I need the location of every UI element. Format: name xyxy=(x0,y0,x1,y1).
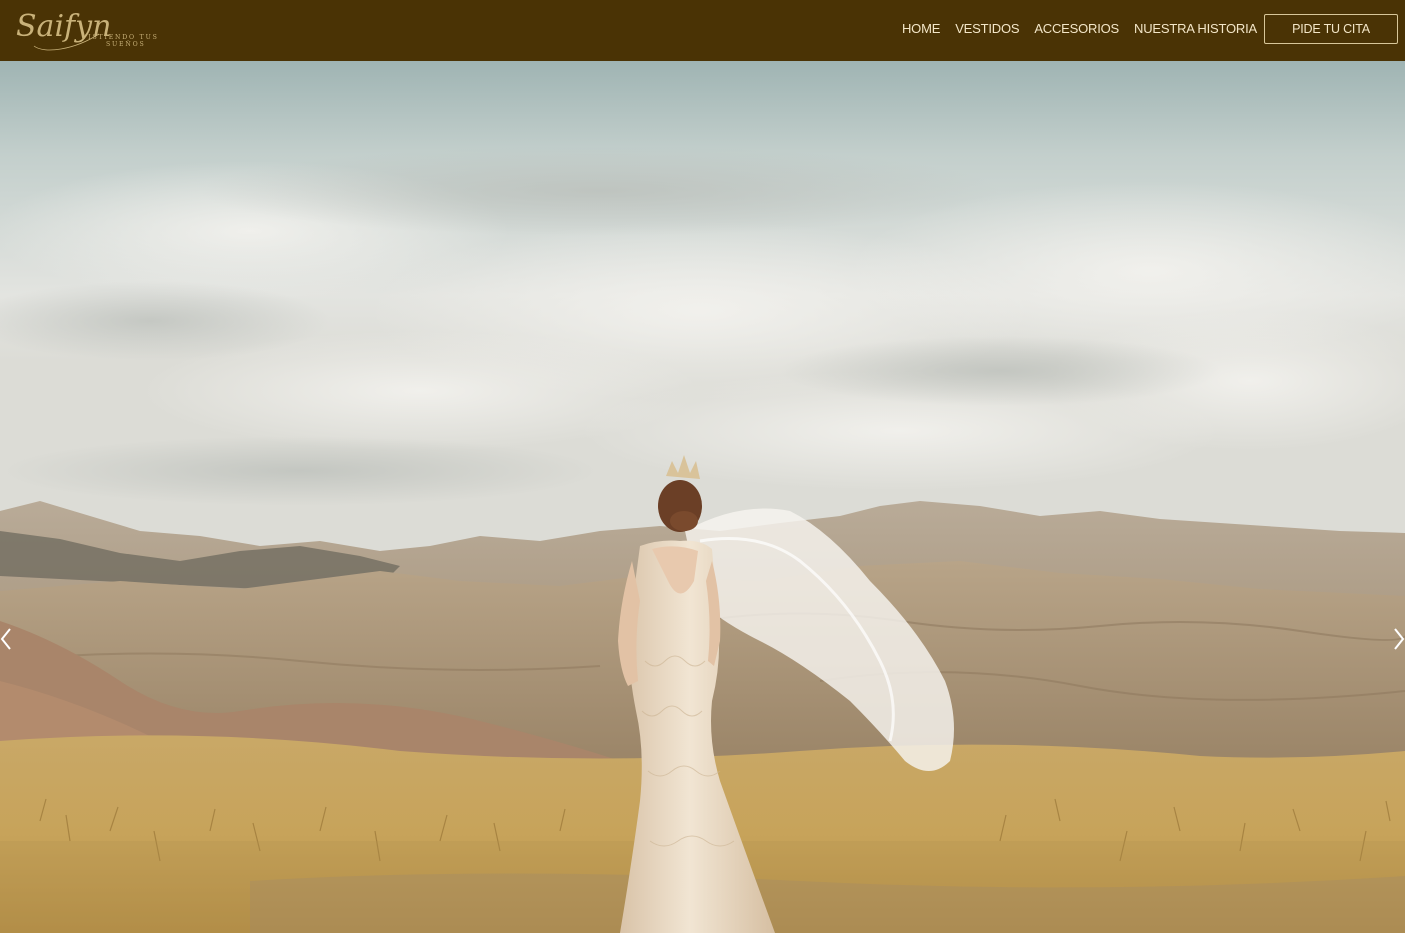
nav-item-accesorios[interactable]: ACCESORIOS xyxy=(1034,21,1119,36)
nav-item-vestidos[interactable]: VESTIDOS xyxy=(955,21,1019,36)
main-nav: HOME VESTIDOS ACCESORIOS NUESTRA HISTORI… xyxy=(902,0,1257,56)
logo-tagline-line2: SUEÑOS xyxy=(106,40,146,48)
hero-slider xyxy=(0,61,1405,933)
site-header: Saifyn VISTIENDO TUS SUEÑOS HOME VESTIDO… xyxy=(0,0,1405,61)
nav-item-home[interactable]: HOME xyxy=(902,21,940,36)
slider-prev-button[interactable] xyxy=(0,623,16,655)
slider-next-button[interactable] xyxy=(1389,623,1405,655)
book-appointment-button[interactable]: PIDE TU CITA xyxy=(1264,14,1398,44)
logo-tagline-line1: VISTIENDO TUS xyxy=(81,34,159,41)
hero-image xyxy=(0,61,1405,933)
nav-item-nuestra-historia[interactable]: NUESTRA HISTORIA xyxy=(1134,21,1257,36)
brand-logo[interactable]: Saifyn VISTIENDO TUS SUEÑOS xyxy=(14,4,174,56)
chevron-left-icon xyxy=(0,628,11,650)
chevron-right-icon xyxy=(1394,628,1405,650)
